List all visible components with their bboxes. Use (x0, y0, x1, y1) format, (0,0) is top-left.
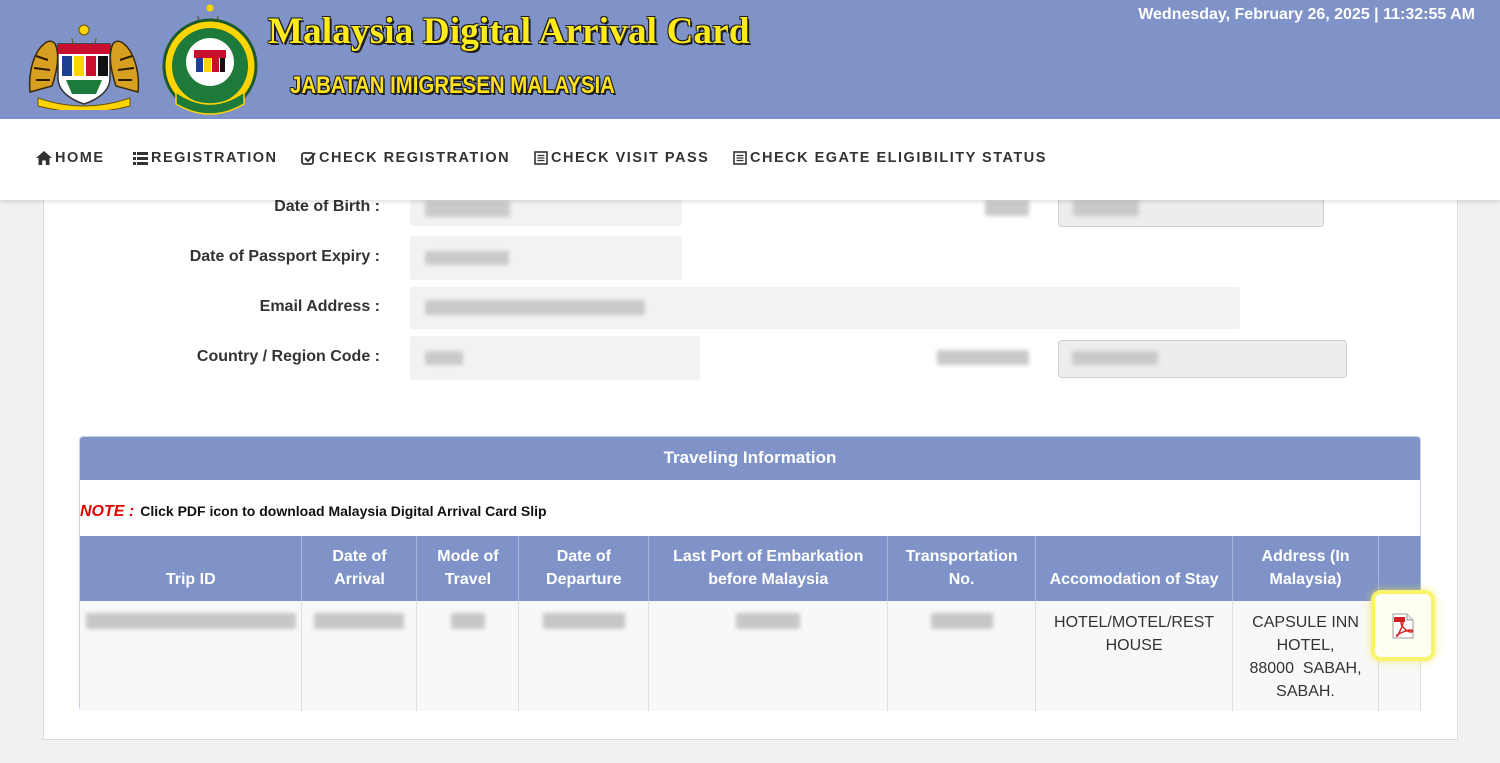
nav-check-registration[interactable]: CHECK REGISTRATION (301, 150, 510, 166)
document-icon (733, 151, 747, 165)
note-text: Click PDF icon to download Malaysia Digi… (140, 503, 547, 519)
nav-check-egate-label: CHECK EGATE ELIGIBILITY STATUS (750, 150, 1047, 166)
trip-table: Trip ID Date of Arrival Mode of Travel Dat… (80, 536, 1421, 711)
col-transportation-no-line2: No. (948, 571, 975, 588)
passport-expiry-label: Date of Passport Expiry : (189, 248, 380, 265)
list-icon (133, 151, 148, 165)
nav-registration[interactable]: REGISTRATION (133, 150, 277, 166)
col-trip-id: Trip ID (80, 536, 303, 601)
col-transportation-no: Transportation No. (887, 536, 1037, 601)
col-date-of-arrival-line1: Date of (332, 548, 387, 565)
nav-registration-label: REGISTRATION (151, 150, 278, 166)
dob-row: Date of Birth : (80, 198, 380, 218)
imigresen-logo-icon (162, 4, 258, 115)
main-navigation: HOME REGISTRATION CHECK REGISTRATION CHE… (0, 119, 1500, 200)
nav-home-label: HOME (55, 150, 105, 166)
note-key: NOTE : (80, 503, 135, 520)
gender-label-blur (985, 200, 1029, 216)
check-square-icon (301, 152, 316, 165)
passport-expiry-row: Date of Passport Expiry : (80, 248, 380, 268)
document-icon (534, 151, 548, 165)
cell-transportation-no (887, 601, 1037, 711)
nav-check-visit-pass-label: CHECK VISIT PASS (551, 150, 710, 166)
home-icon (36, 151, 52, 165)
nav-home[interactable]: HOME (36, 150, 105, 166)
site-header: Malaysia Digital Arrival Card JABATAN IM… (0, 0, 1500, 119)
nav-check-visit-pass[interactable]: CHECK VISIT PASS (534, 150, 709, 166)
cell-trip-id (80, 601, 303, 711)
download-pdf-button[interactable] (1371, 590, 1435, 661)
port-blur (736, 613, 801, 629)
pdf-icon (1392, 613, 1414, 638)
col-date-of-arrival-line2: Arrival (334, 571, 385, 588)
table-row: HOTEL/MOTEL/REST HOUSE CAPSULE INN HOTEL, 8… (80, 601, 1421, 711)
gender-value-blur (1073, 200, 1139, 216)
dob-label: Date of Birth : (274, 198, 380, 215)
country-code-value-blur (425, 351, 463, 365)
country-code-row: Country / Region Code : (80, 348, 380, 368)
traveling-information-panel: Traveling Information NOTE : Click PDF ic… (79, 436, 1421, 711)
email-value-blur (425, 300, 645, 315)
col-date-of-departure-line1: Date of (556, 548, 611, 565)
email-row: Email Address : (80, 298, 380, 318)
country-code-label: Country / Region Code : (196, 348, 380, 365)
accommodation-line2: HOUSE (1105, 637, 1163, 654)
col-last-port-line1: Last Port of Embarkation (673, 548, 864, 565)
col-date-of-departure: Date of Departure (518, 536, 650, 601)
col-address-line1: Address (In (1261, 548, 1350, 565)
accommodation-line1: HOTEL/MOTEL/REST (1054, 614, 1215, 631)
download-note: NOTE : Click PDF icon to download Malaysi… (80, 503, 547, 521)
col-transportation-no-line1: Transportation (905, 548, 1018, 565)
col-mode-of-travel: Mode of Travel (416, 536, 520, 601)
table-header-row: Trip ID Date of Arrival Mode of Travel Dat… (80, 536, 1421, 601)
col-date-of-arrival: Date of Arrival (301, 536, 418, 601)
site-title: Malaysia Digital Arrival Card (268, 11, 750, 52)
address-line3: 88000 SABAH, (1249, 660, 1362, 677)
cell-address: CAPSULE INN HOTEL, 88000 SABAH, SABAH. (1232, 601, 1379, 711)
col-accommodation: Accomodation of Stay (1035, 536, 1234, 601)
header-datetime: Wednesday, February 26, 2025 | 11:32:55 … (1138, 6, 1475, 23)
arrival-blur (314, 613, 405, 629)
col-last-port: Last Port of Embarkation before Malaysia (648, 536, 889, 601)
coat-of-arms-icon (28, 24, 140, 110)
phone-value-blur (1072, 351, 1158, 365)
departure-blur (542, 613, 625, 629)
cell-date-of-arrival (301, 601, 418, 711)
col-mode-of-travel-line1: Mode of (437, 548, 499, 565)
col-date-of-departure-line2: Departure (546, 571, 622, 588)
col-address-line2: Malaysia) (1269, 571, 1342, 588)
mode-blur (450, 613, 485, 629)
address-line1: CAPSULE INN (1252, 614, 1359, 631)
address-line4: SABAH. (1276, 683, 1335, 700)
col-mode-of-travel-line2: Travel (444, 571, 492, 588)
address-line2: HOTEL, (1276, 637, 1335, 654)
cell-last-port (648, 601, 889, 711)
cell-date-of-departure (518, 601, 650, 711)
transport-blur (930, 613, 993, 629)
trip-id-blur (85, 613, 296, 629)
col-address: Address (In Malaysia) (1232, 536, 1379, 601)
cell-mode-of-travel (416, 601, 520, 711)
passport-expiry-value-blur (425, 251, 509, 265)
dob-value-blur (425, 201, 510, 217)
nav-check-registration-label: CHECK REGISTRATION (319, 150, 511, 166)
cell-accommodation: HOTEL/MOTEL/REST HOUSE (1035, 601, 1234, 711)
nav-check-egate[interactable]: CHECK EGATE ELIGIBILITY STATUS (733, 150, 1047, 166)
phone-label-blur (937, 350, 1029, 365)
site-subtitle: JABATAN IMIGRESEN MALAYSIA (290, 72, 615, 99)
col-last-port-line2: before Malaysia (708, 571, 829, 588)
traveling-information-heading: Traveling Information (80, 437, 1420, 480)
email-label: Email Address : (259, 298, 380, 315)
